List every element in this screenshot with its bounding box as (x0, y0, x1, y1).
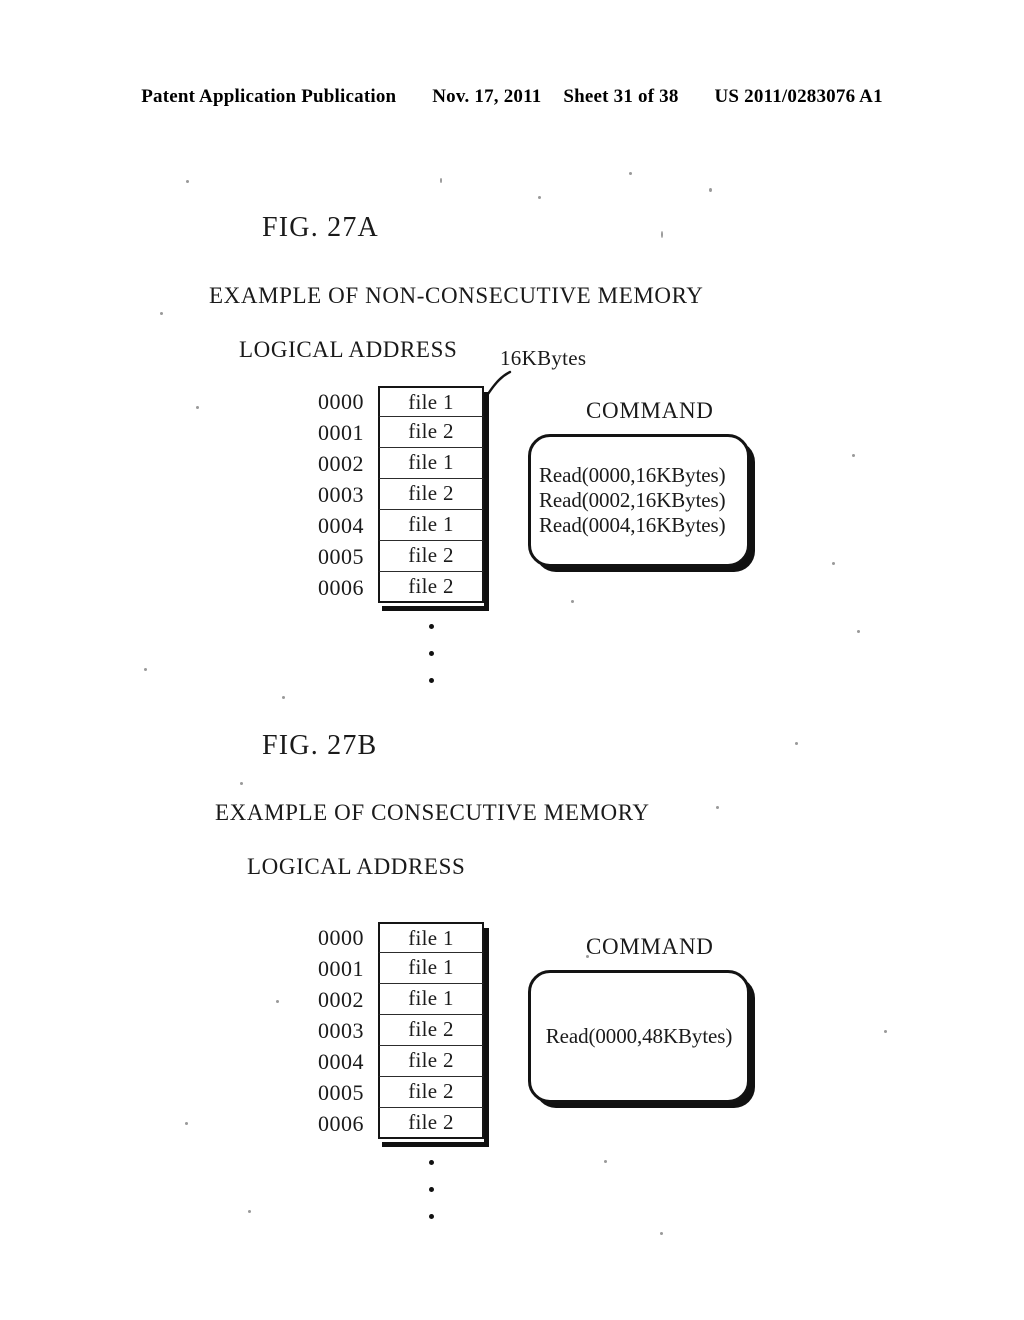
table-row: 0004 file 2 (318, 1046, 484, 1077)
address-label: 0002 (318, 451, 364, 476)
sheet-number: Sheet 31 of 38 (563, 86, 679, 107)
table-shadow-edge (484, 392, 489, 611)
table-row: 0006 file 2 (318, 1108, 484, 1139)
vertical-ellipsis-icon (425, 624, 437, 705)
memory-cell: file 2 (378, 572, 484, 603)
table-row: 0000 file 1 (318, 922, 484, 953)
address-label: 0004 (318, 1049, 364, 1074)
table-shadow-edge (382, 606, 489, 611)
figure-27b-logical-address-heading: LOGICAL ADDRESS (247, 854, 466, 879)
table-row: 0003 file 2 (318, 479, 484, 510)
address-label: 0000 (318, 925, 364, 950)
address-label: 0006 (318, 575, 364, 600)
table-row: 0005 file 2 (318, 541, 484, 572)
address-label: 0002 (318, 987, 364, 1012)
publication-date: Nov. 17, 2011 (432, 86, 542, 107)
command-line: Read(0004,16KBytes) (539, 513, 726, 537)
memory-cell: file 1 (378, 386, 484, 417)
figure-27b-title: FIG. 27B (262, 730, 378, 761)
memory-cell: file 1 (378, 953, 484, 984)
command-line: Read(0000,48KBytes) (545, 1024, 733, 1048)
memory-cell: file 2 (378, 1077, 484, 1108)
figure-27a-subtitle: EXAMPLE OF NON-CONSECUTIVE MEMORY (209, 283, 704, 308)
table-row: 0000 file 1 (318, 386, 484, 417)
command-title: COMMAND (586, 398, 714, 423)
table-shadow-edge (484, 928, 489, 1147)
memory-cell: file 2 (378, 417, 484, 448)
table-row: 0001 file 2 (318, 417, 484, 448)
memory-cell: file 1 (378, 448, 484, 479)
table-row: 0003 file 2 (318, 1015, 484, 1046)
figure-27b-memory-table: 0000 file 1 0001 file 1 0002 file 1 0003… (318, 922, 484, 1139)
publication-label: Patent Application Publication (141, 86, 397, 107)
figure-27a-memory-table: 0000 file 1 0001 file 2 0002 file 1 0003… (318, 386, 484, 603)
figure-27a-title: FIG. 27A (262, 212, 379, 243)
command-box: Read(0000,16KBytes) Read(0002,16KBytes) … (528, 434, 750, 567)
address-label: 0005 (318, 1080, 364, 1105)
memory-cell: file 2 (378, 479, 484, 510)
table-row: 0005 file 2 (318, 1077, 484, 1108)
address-label: 0001 (318, 420, 364, 445)
memory-cell: file 1 (378, 510, 484, 541)
address-label: 0001 (318, 956, 364, 981)
figure-27a-logical-address-heading: LOGICAL ADDRESS (239, 337, 458, 362)
memory-cell: file 1 (378, 984, 484, 1015)
table-row: 0001 file 1 (318, 953, 484, 984)
address-label: 0003 (318, 482, 364, 507)
figure-27b-subtitle: EXAMPLE OF CONSECUTIVE MEMORY (215, 800, 650, 825)
memory-cell: file 2 (378, 541, 484, 572)
memory-cell: file 1 (378, 922, 484, 953)
memory-cell: file 2 (378, 1108, 484, 1139)
memory-cell: file 2 (378, 1015, 484, 1046)
figure-27a-size-callout: 16KBytes (500, 346, 587, 370)
address-label: 0006 (318, 1111, 364, 1136)
publication-header: Patent Application Publication Nov. 17, … (0, 86, 1024, 108)
command-line: Read(0002,16KBytes) (539, 488, 726, 512)
command-title: COMMAND (586, 934, 714, 959)
address-label: 0000 (318, 389, 364, 414)
command-line: Read(0000,16KBytes) (539, 463, 726, 487)
table-row: 0006 file 2 (318, 572, 484, 603)
table-shadow-edge (382, 1142, 489, 1147)
address-label: 0003 (318, 1018, 364, 1043)
patent-number: US 2011/0283076 A1 (714, 86, 883, 107)
table-row: 0002 file 1 (318, 448, 484, 479)
address-label: 0004 (318, 513, 364, 538)
address-label: 0005 (318, 544, 364, 569)
table-row: 0004 file 1 (318, 510, 484, 541)
command-box: Read(0000,48KBytes) (528, 970, 750, 1103)
memory-cell: file 2 (378, 1046, 484, 1077)
table-row: 0002 file 1 (318, 984, 484, 1015)
vertical-ellipsis-icon (425, 1160, 437, 1241)
